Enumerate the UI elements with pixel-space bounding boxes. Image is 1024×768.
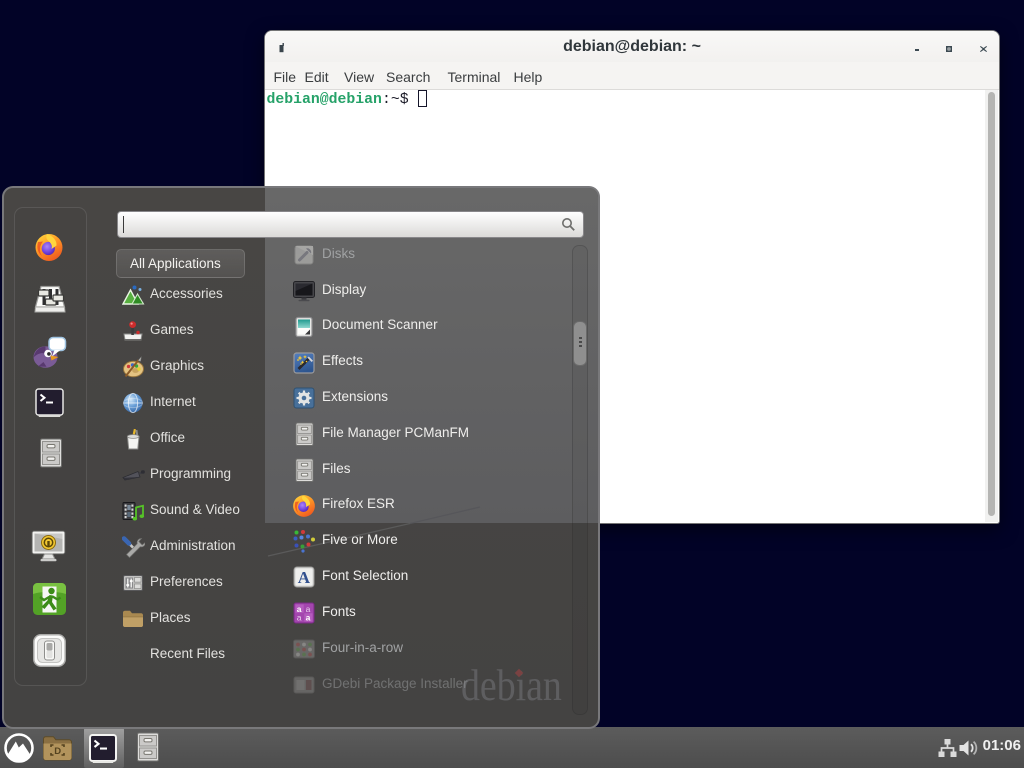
svg-text:a: a xyxy=(297,613,302,623)
svg-text:a: a xyxy=(306,613,311,623)
svg-text:D: D xyxy=(54,746,61,757)
svg-text:A: A xyxy=(298,568,311,587)
